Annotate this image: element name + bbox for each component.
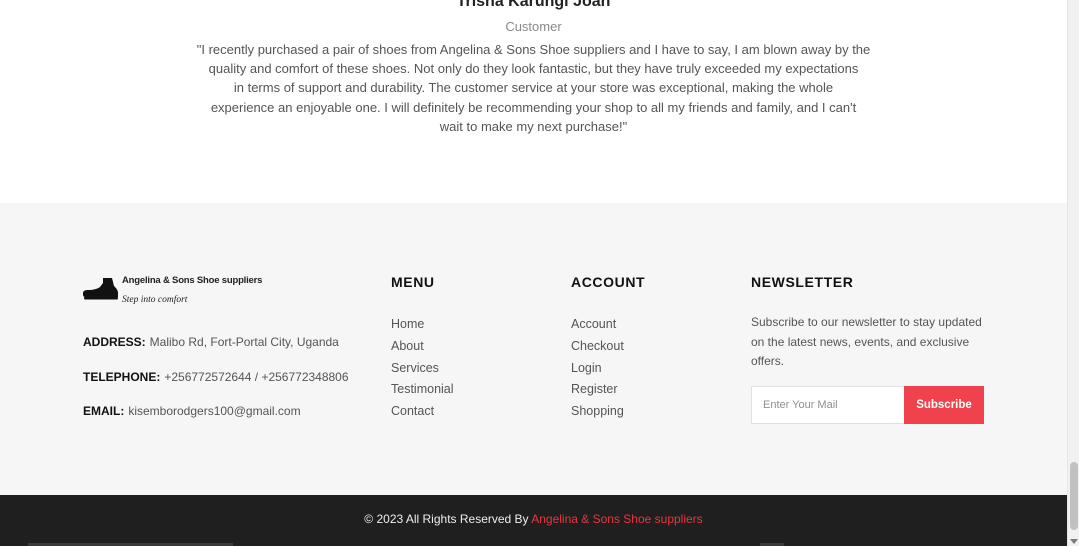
scrollbar-thumb[interactable] [1070, 462, 1078, 530]
email-line: EMAIL: kisemborodgers100@gmail.com [83, 404, 301, 418]
page: Trisha Karungi Joan Customer "I recently… [0, 0, 1079, 546]
menu-item-contact[interactable]: Contact [391, 403, 454, 425]
footer: Angelina & Sons Shoe suppliers Step into… [0, 203, 1067, 495]
email-label: EMAIL: [83, 404, 125, 418]
account-item-checkout[interactable]: Checkout [571, 338, 624, 360]
account-item-account[interactable]: Account [571, 316, 624, 338]
newsletter-form: Subscribe [751, 386, 984, 424]
brand-name: Angelina & Sons Shoe suppliers [122, 275, 263, 286]
brand-logo[interactable]: Angelina & Sons Shoe suppliers Step into… [83, 273, 283, 311]
menu-heading: MENU [391, 274, 435, 290]
testimonial-quote-line: "I recently purchased a pair of shoes fr… [196, 42, 871, 57]
account-list: Account Checkout Login Register Shopping [571, 316, 624, 425]
newsletter-email-input[interactable] [751, 386, 904, 424]
shoe-logo-icon [83, 278, 118, 300]
menu-item-services[interactable]: Services [391, 360, 454, 382]
testimonial-quote-line: in terms of support and durability. The … [233, 80, 834, 96]
account-item-register[interactable]: Register [571, 381, 624, 403]
account-item-shopping[interactable]: Shopping [571, 403, 624, 425]
account-link-shopping[interactable]: Shopping [571, 404, 624, 418]
newsletter-description: Subscribe to our newsletter to stay upda… [751, 315, 982, 369]
brand-tagline: Step into comfort [122, 295, 188, 305]
testimonial-quote-line: experience an enjoyable one. I will defi… [210, 99, 857, 115]
email-value[interactable]: kisemborodgers100@gmail.com [128, 404, 300, 418]
copyright-text: © 2023 All Rights Reserved By Angelina &… [0, 512, 1067, 526]
newsletter-heading: NEWSLETTER [751, 274, 854, 290]
menu-item-home[interactable]: Home [391, 316, 454, 338]
menu-link-contact[interactable]: Contact [391, 404, 434, 418]
menu-list: Home About Services Testimonial Contact [391, 316, 454, 425]
menu-link-testimonial[interactable]: Testimonial [391, 382, 454, 396]
menu-link-services[interactable]: Services [391, 361, 439, 375]
account-heading: ACCOUNT [571, 274, 646, 290]
address-label: ADDRESS: [83, 335, 146, 349]
scroll-down-arrow-icon[interactable] [1070, 539, 1078, 544]
account-link-checkout[interactable]: Checkout [571, 339, 624, 353]
telephone-value: +256772572644 / +256772348806 [164, 370, 349, 384]
copyright-bar: © 2023 All Rights Reserved By Angelina &… [0, 495, 1067, 546]
account-link-account[interactable]: Account [571, 317, 616, 331]
account-link-login[interactable]: Login [571, 361, 602, 375]
testimonial-quote-line: quality and comfort of these shoes. Not … [208, 61, 859, 77]
menu-link-about[interactable]: About [391, 339, 424, 353]
telephone-label: TELEPHONE: [83, 370, 161, 384]
account-link-register[interactable]: Register [571, 382, 618, 396]
testimonial-quote-line: wait to make my next purchase!" [439, 118, 628, 134]
menu-item-about[interactable]: About [391, 338, 454, 360]
telephone-line: TELEPHONE: +256772572644 / +256772348806 [83, 370, 349, 384]
testimonial-name: Trisha Karungi Joan [456, 0, 611, 10]
testimonial-section: Trisha Karungi Joan Customer "I recently… [0, 0, 1067, 203]
address-value: Malibo Rd, Fort-Portal City, Uganda [149, 335, 339, 349]
account-item-login[interactable]: Login [571, 360, 624, 382]
vertical-scrollbar[interactable] [1067, 0, 1079, 546]
subscribe-button[interactable]: Subscribe [904, 386, 984, 424]
testimonial-role: Customer [505, 19, 562, 34]
menu-link-home[interactable]: Home [391, 317, 424, 331]
copyright-brand-link[interactable]: Angelina & Sons Shoe suppliers [531, 512, 702, 526]
address-line: ADDRESS: Malibo Rd, Fort-Portal City, Uga… [83, 335, 339, 349]
menu-item-testimonial[interactable]: Testimonial [391, 381, 454, 403]
copyright-prefix: © 2023 All Rights Reserved By [364, 512, 529, 526]
testimonial-quote: "I recently purchased a pair of shoes fr… [165, 40, 902, 136]
